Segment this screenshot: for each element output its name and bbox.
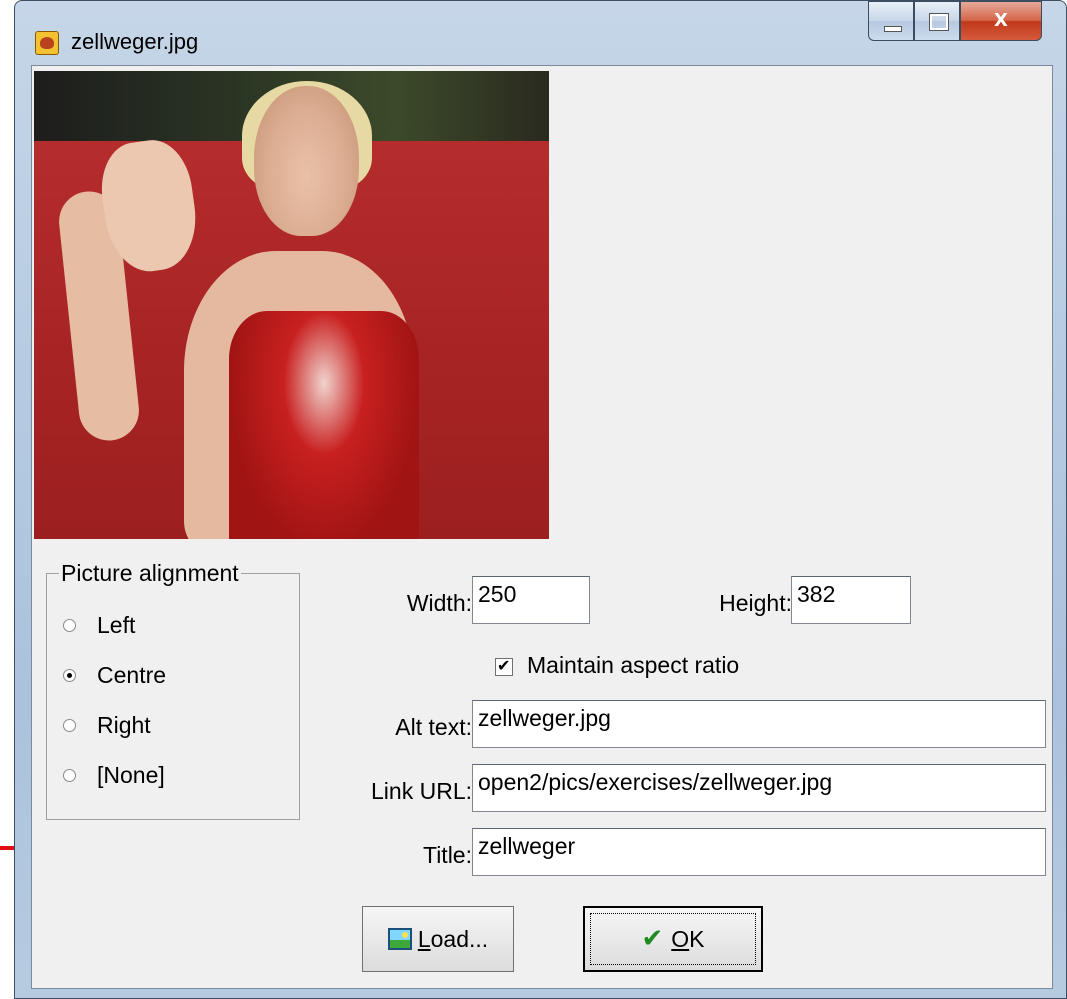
dialog-client-area: Picture alignment Left Centre Right [Non… (31, 65, 1053, 989)
caption-buttons: X (868, 1, 1042, 43)
radio-label: Right (97, 712, 151, 738)
dialog-window: zellweger.jpg X Picture alignment Left C… (14, 0, 1067, 999)
radio-button[interactable] (63, 619, 76, 632)
alignment-legend: Picture alignment (59, 560, 241, 587)
height-field[interactable]: 382 (791, 576, 911, 624)
minimize-button[interactable] (868, 1, 914, 41)
radio-button[interactable] (63, 719, 76, 732)
load-button[interactable]: Load... (362, 906, 514, 972)
width-field[interactable]: 250 (472, 576, 590, 624)
maximize-button[interactable] (914, 1, 960, 41)
radio-button[interactable] (63, 669, 76, 682)
radio-label: [None] (97, 762, 165, 788)
radio-none[interactable]: [None] (63, 762, 165, 789)
title-field[interactable]: zellweger (472, 828, 1046, 876)
image-preview (34, 71, 549, 539)
image-icon (387, 928, 412, 950)
title-label: Title: (423, 842, 472, 868)
alignment-group: Picture alignment Left Centre Right [Non… (46, 560, 300, 820)
close-icon: X (994, 10, 1008, 31)
radio-label: Left (97, 612, 136, 638)
maintain-aspect-checkbox[interactable] (495, 656, 513, 676)
alt-text-label: Alt text: (395, 714, 472, 740)
width-label: Width: (406, 590, 472, 616)
maximize-icon (930, 14, 948, 30)
link-url-label: Link URL: (371, 778, 472, 804)
radio-right[interactable]: Right (63, 712, 151, 739)
maintain-aspect-label: Maintain aspect ratio (527, 652, 740, 678)
app-icon[interactable] (35, 31, 59, 55)
alt-text-field[interactable]: zellweger.jpg (472, 700, 1046, 748)
height-label: Height: (719, 590, 792, 616)
title-bar[interactable]: zellweger.jpg X (15, 1, 1066, 61)
close-button[interactable]: X (960, 1, 1042, 41)
link-url-field[interactable]: open2/pics/exercises/zellweger.jpg (472, 764, 1046, 812)
window-title: zellweger.jpg (71, 29, 199, 54)
radio-button[interactable] (63, 769, 76, 782)
ok-button[interactable]: ✔ OK (583, 906, 763, 972)
minimize-icon (884, 26, 902, 32)
radio-left[interactable]: Left (63, 612, 135, 639)
radio-label: Centre (97, 662, 167, 688)
radio-centre[interactable]: Centre (63, 662, 166, 689)
